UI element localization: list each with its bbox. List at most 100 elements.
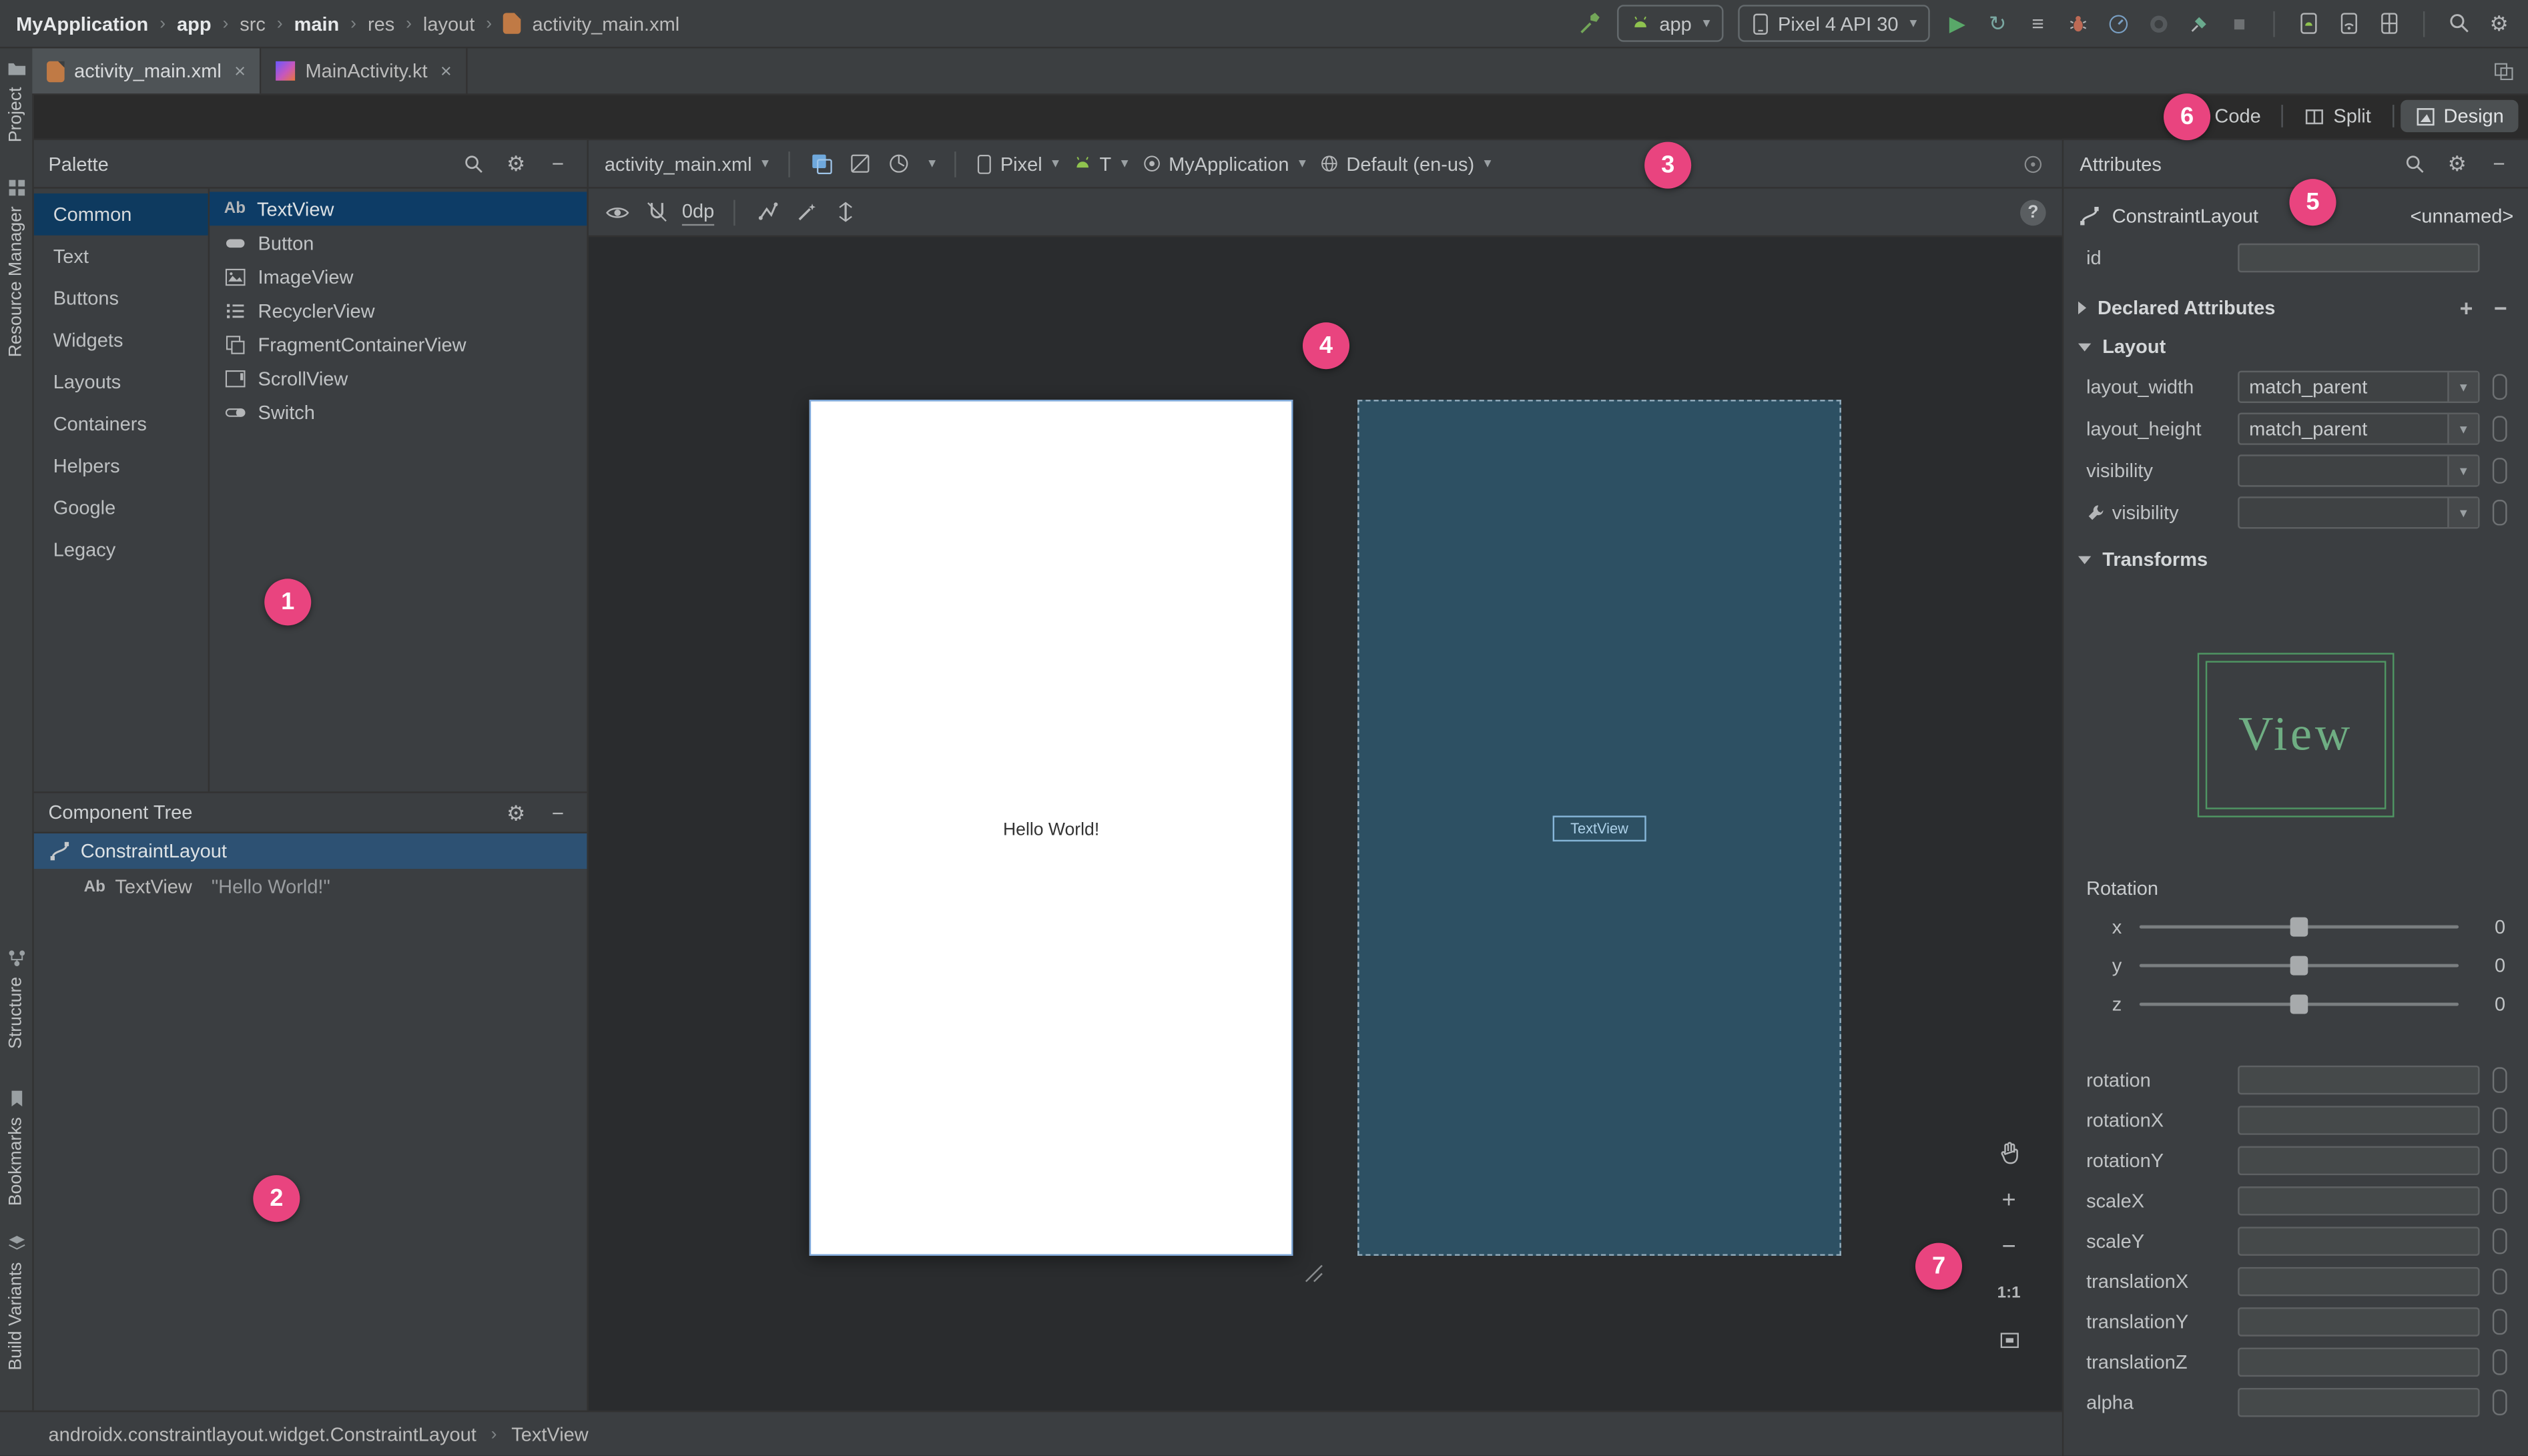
gear-icon[interactable]: ⚙ — [2444, 151, 2470, 177]
zoom-out-button[interactable]: − — [1991, 1230, 2027, 1262]
layout-width-select[interactable]: match_parent ▾ — [2238, 370, 2480, 403]
tool-window-build-variants[interactable]: Build Variants — [0, 1233, 32, 1371]
palette-category-common[interactable]: Common — [32, 193, 208, 236]
tool-window-structure[interactable]: Structure — [0, 948, 32, 1049]
attribute-flag-toggle[interactable] — [2492, 1187, 2507, 1213]
render-status-icon[interactable] — [2020, 151, 2046, 177]
breadcrumb-item[interactable]: layout — [423, 12, 475, 35]
guidelines-icon[interactable] — [755, 199, 781, 225]
run-button[interactable]: ▶ — [1944, 11, 1970, 37]
palette-category-widgets[interactable]: Widgets — [32, 319, 208, 361]
zoom-100-button[interactable]: 1:1 — [1991, 1277, 2027, 1309]
build-hammer-icon[interactable] — [1577, 11, 1603, 37]
layout-height-select[interactable]: match_parent ▾ — [2238, 412, 2480, 445]
attach-debugger-icon[interactable] — [2186, 11, 2212, 37]
view-options-eye-icon[interactable] — [605, 199, 631, 225]
palette-category-legacy[interactable]: Legacy — [32, 528, 208, 571]
tool-window-bookmarks[interactable]: Bookmarks — [0, 1088, 32, 1206]
add-attribute-button[interactable]: + — [2460, 297, 2473, 320]
translationx-input[interactable] — [2238, 1266, 2480, 1296]
apply-code-changes-icon[interactable]: ≡ — [2025, 11, 2051, 37]
tree-row-constraintlayout[interactable]: ConstraintLayout — [32, 833, 587, 869]
blueprint-view-device[interactable]: TextView — [1357, 400, 1841, 1256]
palette-item-textview[interactable]: Ab TextView — [210, 192, 587, 226]
blueprint-toggle-icon[interactable] — [848, 151, 874, 177]
layout-inspector-icon[interactable] — [2377, 11, 2403, 37]
attribute-flag-toggle[interactable] — [2492, 1066, 2507, 1092]
canvas-resize-handle[interactable] — [1299, 1259, 1325, 1290]
breadcrumb-item[interactable]: res — [368, 12, 394, 35]
gear-icon[interactable]: ⚙ — [503, 151, 529, 177]
alpha-input[interactable] — [2238, 1387, 2480, 1417]
blueprint-textview[interactable]: TextView — [1552, 815, 1646, 842]
palette-item-recyclerview[interactable]: RecyclerView — [210, 294, 587, 328]
attribute-flag-toggle[interactable] — [2492, 1389, 2507, 1415]
api-version-picker[interactable]: T ▾ — [1072, 152, 1129, 175]
slider-thumb[interactable] — [2290, 994, 2308, 1014]
attribute-flag-toggle[interactable] — [2492, 1146, 2507, 1173]
breadcrumb-item[interactable]: app — [177, 12, 212, 35]
zoom-to-fit-icon[interactable] — [1991, 1323, 2027, 1355]
rotationy-input[interactable] — [2238, 1145, 2480, 1174]
device-manager-icon[interactable] — [2296, 11, 2322, 37]
tree-row-textview[interactable]: Ab TextView "Hello World!" — [32, 869, 587, 904]
mode-design-button[interactable]: Design — [2400, 99, 2519, 133]
breadcrumb-item[interactable]: main — [294, 12, 340, 35]
device-picker[interactable]: Pixel ▾ — [976, 152, 1059, 175]
file-variant-select[interactable]: activity_main.xml ▾ — [605, 152, 769, 175]
chevron-down-icon[interactable]: ▾ — [2447, 414, 2479, 444]
attribute-flag-toggle[interactable] — [2492, 374, 2507, 400]
palette-item-imageview[interactable]: ImageView — [210, 260, 587, 294]
rotation-x-slider[interactable] — [2139, 916, 2459, 938]
design-canvas[interactable]: Hello World! TextView + − 1:1 — [589, 237, 2062, 1411]
close-icon[interactable]: × — [234, 59, 246, 82]
palette-category-buttons[interactable]: Buttons — [32, 278, 208, 320]
attribute-flag-toggle[interactable] — [2492, 499, 2507, 526]
infer-constraints-wand-icon[interactable] — [794, 199, 820, 225]
design-surface-select-icon[interactable] — [809, 151, 835, 177]
palette-item-switch[interactable]: Switch — [210, 395, 587, 429]
mode-split-button[interactable]: Split — [2290, 100, 2385, 132]
layout-section[interactable]: Layout — [2064, 327, 2528, 366]
palette-item-button[interactable]: Button — [210, 226, 587, 260]
autoconnect-magnet-icon[interactable] — [643, 199, 669, 225]
rotation-y-slider[interactable] — [2139, 954, 2459, 977]
palette-item-scrollview[interactable]: ScrollView — [210, 361, 587, 395]
chevron-down-icon[interactable]: ▾ — [2447, 372, 2479, 402]
rotationx-input[interactable] — [2238, 1105, 2480, 1134]
locale-picker[interactable]: Default (en-us) ▾ — [1319, 152, 1492, 175]
palette-category-helpers[interactable]: Helpers — [32, 445, 208, 487]
palette-category-containers[interactable]: Containers — [32, 403, 208, 445]
attribute-flag-toggle[interactable] — [2492, 1106, 2507, 1133]
attribute-flag-toggle[interactable] — [2492, 1268, 2507, 1294]
tab-activity-main-xml[interactable]: activity_main.xml × — [32, 48, 262, 94]
record-icon[interactable] — [2146, 11, 2172, 37]
search-icon[interactable] — [2403, 151, 2429, 177]
hide-panel-icon[interactable]: − — [545, 151, 571, 177]
tool-window-resource-manager[interactable]: Resource Manager — [0, 177, 32, 357]
editor-tabs-menu-icon[interactable] — [2493, 59, 2515, 87]
palette-item-fragmentcontainerview[interactable]: FragmentContainerView — [210, 327, 587, 361]
breadcrumb-item[interactable]: MyApplication — [16, 12, 148, 35]
theme-picker[interactable]: MyApplication ▾ — [1141, 152, 1306, 175]
attribute-flag-toggle[interactable] — [2492, 1348, 2507, 1375]
hide-panel-icon[interactable]: − — [2486, 151, 2512, 177]
status-class-path[interactable]: androidx.constraintlayout.widget.Constra… — [48, 1423, 476, 1445]
status-selected-view[interactable]: TextView — [511, 1423, 589, 1445]
design-view-device[interactable]: Hello World! — [809, 400, 1293, 1256]
slider-thumb[interactable] — [2290, 917, 2308, 937]
help-icon[interactable]: ? — [2020, 199, 2046, 226]
chevron-down-icon[interactable]: ▾ — [2447, 456, 2479, 486]
gear-icon[interactable]: ⚙ — [503, 799, 529, 825]
rerun-icon[interactable]: ↻ — [1985, 11, 2011, 37]
pan-hand-icon[interactable] — [1991, 1136, 2027, 1168]
settings-gear-icon[interactable]: ⚙ — [2486, 11, 2512, 37]
zoom-in-button[interactable]: + — [1991, 1183, 2027, 1215]
debug-icon[interactable] — [2066, 11, 2092, 37]
attribute-flag-toggle[interactable] — [2492, 1227, 2507, 1254]
scaley-input[interactable] — [2238, 1226, 2480, 1255]
slider-thumb[interactable] — [2290, 956, 2308, 976]
default-margins-select[interactable]: 0dp — [681, 199, 715, 226]
run-configuration-select[interactable]: app ▾ — [1617, 5, 1723, 42]
declared-attributes-section[interactable]: Declared Attributes + − — [2064, 288, 2528, 327]
